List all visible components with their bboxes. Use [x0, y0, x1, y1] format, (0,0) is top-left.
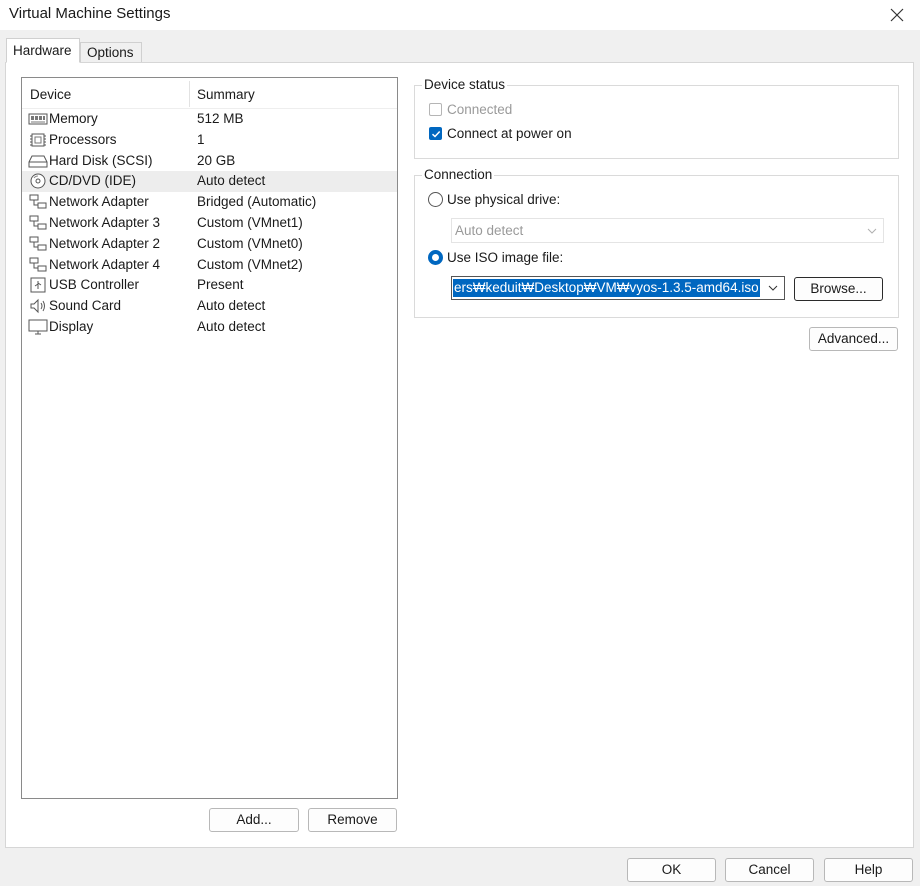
network-adapter-icon: [29, 215, 47, 230]
device-status-group: [414, 85, 899, 159]
device-name: USB Controller: [49, 277, 140, 293]
device-summary: 1: [197, 131, 205, 147]
sound-card-icon: [30, 298, 45, 314]
column-divider[interactable]: [189, 81, 190, 107]
device-name: Memory: [49, 111, 98, 126]
device-summary: Custom (VMnet1): [197, 214, 303, 230]
device-summary: Auto detect: [197, 318, 266, 334]
connected-label: Connected: [447, 102, 513, 117]
device-summary: Auto detect: [197, 173, 266, 189]
device-status-title: Device status: [422, 77, 508, 92]
cd-dvd-icon: [30, 173, 46, 189]
usb-controller-icon: [30, 277, 46, 293]
device-name: CD/DVD (IDE): [49, 173, 136, 189]
display-icon: [28, 319, 48, 335]
device-name: Sound Card: [49, 298, 122, 314]
tab-hardware[interactable]: Hardware: [6, 38, 80, 63]
use-iso-image-label: Use ISO image file:: [447, 250, 564, 265]
network-adapter-icon: [29, 257, 47, 272]
iso-path-input[interactable]: ers₩keduit₩Desktop₩VM₩vyos-1.3.5-amd64.i…: [453, 279, 760, 297]
device-summary: Custom (VMnet2): [197, 256, 303, 272]
physical-drive-value: Auto detect: [455, 223, 524, 238]
device-row-sound-card[interactable]: Sound Card Auto detect: [22, 296, 397, 317]
device-row-network-adapter-4[interactable]: Network Adapter 4 Custom (VMnet2): [22, 255, 397, 276]
ok-button[interactable]: OK: [627, 858, 716, 882]
network-adapter-icon: [29, 194, 47, 209]
browse-button[interactable]: Browse...: [794, 277, 883, 301]
list-header: Device Summary: [22, 78, 397, 109]
use-physical-drive-label: Use physical drive:: [447, 192, 561, 207]
checkmark-icon: [431, 130, 441, 138]
device-row-display[interactable]: Display Auto detect: [22, 317, 397, 338]
device-name: Hard Disk (SCSI): [49, 152, 153, 168]
device-name: Display: [49, 318, 94, 334]
device-row-network-adapter-3[interactable]: Network Adapter 3 Custom (VMnet1): [22, 213, 397, 234]
device-summary: Custom (VMnet0): [197, 235, 303, 251]
device-summary: Auto detect: [197, 298, 266, 314]
hard-disk-icon: [28, 155, 48, 168]
add-device-button[interactable]: Add...: [209, 808, 299, 832]
device-rows: Memory 512 MB Processors 1 Hard Disk (SC…: [22, 109, 397, 338]
close-icon: [890, 8, 904, 22]
advanced-button[interactable]: Advanced...: [809, 327, 898, 351]
column-header-device[interactable]: Device: [30, 87, 71, 102]
device-name: Processors: [49, 131, 117, 147]
chevron-down-icon: [867, 228, 877, 234]
column-header-summary[interactable]: Summary: [197, 87, 255, 102]
memory-icon: [28, 113, 48, 125]
connect-at-power-on-label: Connect at power on: [447, 126, 572, 141]
device-row-processors[interactable]: Processors 1: [22, 130, 397, 151]
use-iso-image-radio[interactable]: [428, 250, 443, 265]
cancel-button[interactable]: Cancel: [725, 858, 814, 882]
network-adapter-icon: [29, 236, 47, 251]
device-name: Network Adapter 3: [49, 214, 161, 230]
help-button[interactable]: Help: [824, 858, 913, 882]
device-row-cd-dvd[interactable]: CD/DVD (IDE) Auto detect: [22, 171, 397, 193]
window-title: Virtual Machine Settings: [9, 5, 171, 22]
device-summary: 20 GB: [197, 152, 236, 168]
use-physical-drive-radio[interactable]: [428, 192, 443, 207]
connection-title: Connection: [422, 167, 495, 182]
device-row-memory[interactable]: Memory 512 MB: [22, 109, 397, 130]
device-row-network-adapter[interactable]: Network Adapter Bridged (Automatic): [22, 192, 397, 213]
processor-icon: [30, 133, 46, 147]
close-button[interactable]: [874, 0, 920, 30]
remove-device-button[interactable]: Remove: [308, 808, 397, 832]
connect-at-power-on-checkbox[interactable]: [429, 127, 442, 140]
connected-checkbox[interactable]: [429, 103, 442, 116]
device-row-network-adapter-2[interactable]: Network Adapter 2 Custom (VMnet0): [22, 234, 397, 255]
device-row-hard-disk[interactable]: Hard Disk (SCSI) 20 GB: [22, 151, 397, 172]
device-summary: Present: [197, 277, 244, 293]
device-summary: Bridged (Automatic): [197, 194, 317, 210]
physical-drive-select[interactable]: Auto detect: [451, 218, 884, 243]
iso-path-combobox[interactable]: ers₩keduit₩Desktop₩VM₩vyos-1.3.5-amd64.i…: [451, 276, 785, 300]
title-bar: Virtual Machine Settings: [0, 0, 920, 30]
device-summary: 512 MB: [197, 111, 244, 126]
tab-options[interactable]: Options: [80, 42, 142, 63]
device-list[interactable]: Device Summary Memory 512 MB Processors …: [21, 77, 398, 799]
device-row-usb-controller[interactable]: USB Controller Present: [22, 275, 397, 296]
chevron-down-icon[interactable]: [768, 283, 778, 293]
device-name: Network Adapter: [49, 194, 149, 210]
device-name: Network Adapter 2: [49, 235, 161, 251]
device-name: Network Adapter 4: [49, 256, 161, 272]
